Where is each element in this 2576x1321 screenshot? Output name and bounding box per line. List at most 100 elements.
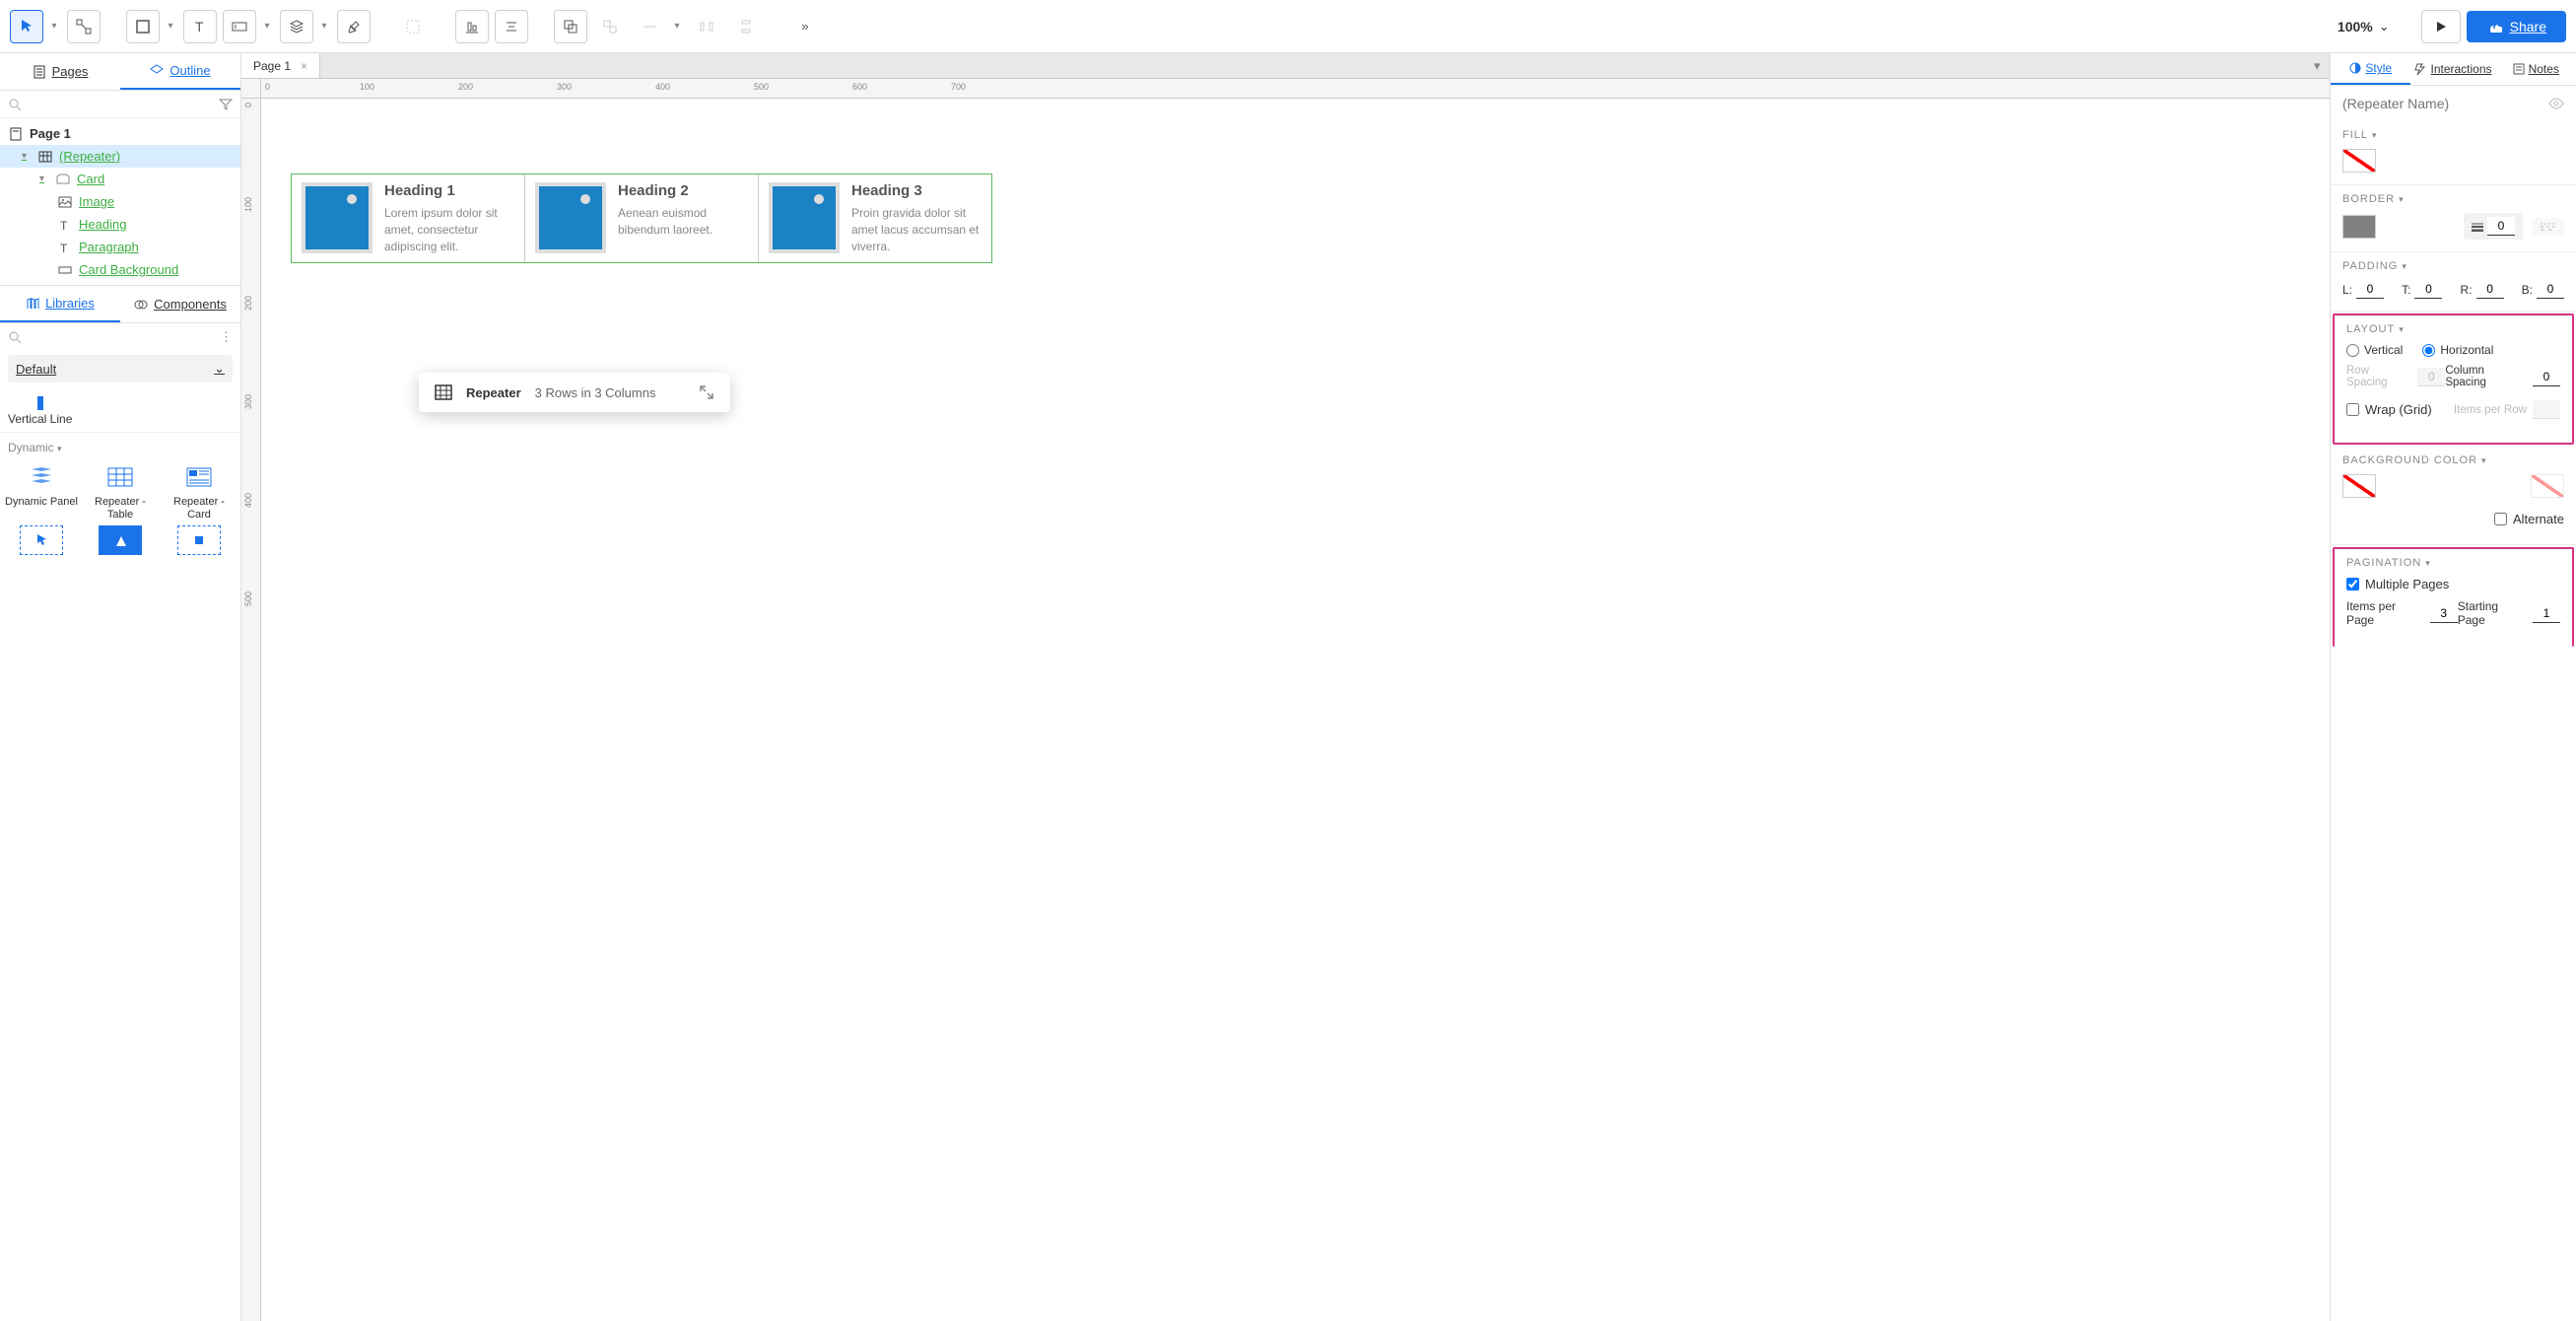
rectangle-tool[interactable] <box>126 10 160 43</box>
lib-placeholder-3[interactable] <box>162 525 237 555</box>
canvas[interactable]: Heading 1Lorem ipsum dolor sit amet, con… <box>261 99 2330 1321</box>
repeater-icon <box>435 384 452 400</box>
left-panel: Pages Outline Page 1 <box>0 53 241 1321</box>
align-tool[interactable] <box>633 10 666 43</box>
card-body: Proin gravida dolor sit amet lacus accum… <box>851 205 982 254</box>
input-dropdown[interactable]: ▾ <box>260 21 274 32</box>
tab-interactions[interactable]: Interactions <box>2410 53 2495 85</box>
share-label: Share <box>2510 19 2546 35</box>
connector-tool[interactable] <box>67 10 101 43</box>
lib-menu-icon[interactable]: ⋮ <box>220 329 233 345</box>
tab-components[interactable]: Components <box>120 286 240 322</box>
layers-tool[interactable] <box>280 10 313 43</box>
svg-text:T: T <box>60 242 68 253</box>
card-2[interactable]: Heading 2Aenean euismod bibendum laoreet… <box>525 174 759 262</box>
group-tool[interactable] <box>396 10 430 43</box>
section-bgcolor: BACKGROUND COLOR ▾ Alternate <box>2331 447 2576 545</box>
lib-repeater-card[interactable]: Repeater - Card <box>162 462 237 521</box>
tree-repeater[interactable]: ▾ (Repeater) <box>0 145 240 168</box>
image-placeholder <box>769 182 840 253</box>
outline-search[interactable] <box>28 97 213 111</box>
zoom-dropdown[interactable]: ⌄ <box>2379 19 2390 35</box>
widget-name-input[interactable] <box>2342 96 2520 111</box>
border-width[interactable] <box>2464 213 2523 240</box>
select-tool[interactable] <box>10 10 43 43</box>
repeater-widget[interactable]: Heading 1Lorem ipsum dolor sit amet, con… <box>291 174 992 263</box>
fill-swatch[interactable] <box>2342 149 2376 173</box>
lib-placeholder-1[interactable] <box>4 525 79 555</box>
expand-icon[interactable] <box>699 384 714 400</box>
tab-notes[interactable]: Notes <box>2496 53 2576 85</box>
layout-horizontal[interactable]: Horizontal <box>2422 343 2493 357</box>
alternate-checkbox[interactable]: Alternate <box>2494 512 2564 526</box>
lib-vline-item[interactable]: Vertical Line <box>0 386 240 432</box>
padding-l[interactable] <box>2356 280 2384 299</box>
col-spacing[interactable] <box>2533 368 2560 386</box>
items-per-page[interactable] <box>2430 604 2458 623</box>
share-button[interactable]: Share <box>2467 11 2566 42</box>
lib-dynamic-header[interactable]: Dynamic ▾ <box>0 433 240 458</box>
distribute-h[interactable] <box>690 10 723 43</box>
wrap-checkbox[interactable]: Wrap (Grid) <box>2346 402 2432 417</box>
lib-default-dropdown[interactable]: Default ⌄ <box>8 355 233 382</box>
text-tool[interactable]: T <box>183 10 217 43</box>
layers-dropdown[interactable]: ▾ <box>317 21 331 32</box>
right-panel: Style Interactions Notes FILL ▾ <box>2330 53 2576 1321</box>
tab-pages[interactable]: Pages <box>0 53 120 90</box>
close-tab-icon[interactable]: × <box>301 59 307 73</box>
badge-name: Repeater <box>466 385 521 400</box>
lib-search[interactable] <box>28 330 214 345</box>
page-tab[interactable]: Page 1 × <box>241 53 320 78</box>
section-border: BORDER ▾ <box>2331 185 2576 252</box>
padding-b[interactable] <box>2537 280 2564 299</box>
card-3[interactable]: Heading 3Proin gravida dolor sit amet la… <box>759 174 991 262</box>
tab-libraries[interactable]: Libraries <box>0 286 120 322</box>
tree-image[interactable]: Image <box>0 190 240 213</box>
border-style[interactable] <box>2533 218 2564 236</box>
starting-page[interactable] <box>2533 604 2560 623</box>
tree-cardbg[interactable]: Card Background <box>0 258 240 281</box>
lib-repeater-table[interactable]: Repeater - Table <box>83 462 158 521</box>
bg-swatch-2[interactable] <box>2531 474 2564 498</box>
lib-placeholder-2[interactable] <box>83 525 158 555</box>
distribute-v[interactable] <box>729 10 763 43</box>
align-dropdown[interactable]: ▾ <box>670 21 684 32</box>
visibility-icon[interactable] <box>2548 98 2564 109</box>
multiple-pages-checkbox[interactable]: Multiple Pages <box>2346 577 2560 591</box>
padding-r[interactable] <box>2476 280 2504 299</box>
lib-search-icon <box>8 330 22 344</box>
border-width-input[interactable] <box>2487 217 2515 236</box>
tab-style[interactable]: Style <box>2331 53 2410 85</box>
padding-t[interactable] <box>2414 280 2442 299</box>
tab-outline[interactable]: Outline <box>120 53 240 90</box>
selection-badge[interactable]: Repeater 3 Rows in 3 Columns <box>419 373 730 412</box>
badge-info: 3 Rows in 3 Columns <box>535 385 656 400</box>
select-dropdown[interactable]: ▾ <box>47 21 61 32</box>
pen-tool[interactable] <box>337 10 371 43</box>
preview-button[interactable] <box>2421 10 2461 43</box>
tree-page[interactable]: Page 1 <box>0 122 240 145</box>
svg-text:T: T <box>195 19 204 35</box>
lib-dynamic-panel[interactable]: Dynamic Panel <box>4 462 79 521</box>
tree-paragraph[interactable]: T Paragraph <box>0 236 240 258</box>
ruler-vertical: 0 100 200 300 400 500 <box>241 99 261 1321</box>
tree-card[interactable]: ▾ Card <box>0 168 240 190</box>
zoom-value: 100% <box>2338 19 2373 35</box>
card-heading: Heading 2 <box>618 182 748 199</box>
layout-vertical[interactable]: Vertical <box>2346 343 2403 357</box>
border-swatch[interactable] <box>2342 215 2376 239</box>
filter-icon[interactable] <box>219 98 233 111</box>
align-bottom[interactable] <box>455 10 489 43</box>
ungroup-btn[interactable] <box>593 10 627 43</box>
outline-tree: Page 1 ▾ (Repeater) ▾ Card Image T <box>0 118 240 285</box>
overflow-icon[interactable]: » <box>788 10 822 43</box>
input-tool[interactable] <box>223 10 256 43</box>
tab-dropdown[interactable]: ▾ <box>2314 53 2330 78</box>
tree-heading[interactable]: T Heading <box>0 213 240 236</box>
bg-swatch-1[interactable] <box>2342 474 2376 498</box>
align-text[interactable] <box>495 10 528 43</box>
group-btn[interactable] <box>554 10 587 43</box>
card-1[interactable]: Heading 1Lorem ipsum dolor sit amet, con… <box>292 174 525 262</box>
ruler-corner <box>241 79 261 99</box>
shape-dropdown[interactable]: ▾ <box>164 21 177 32</box>
